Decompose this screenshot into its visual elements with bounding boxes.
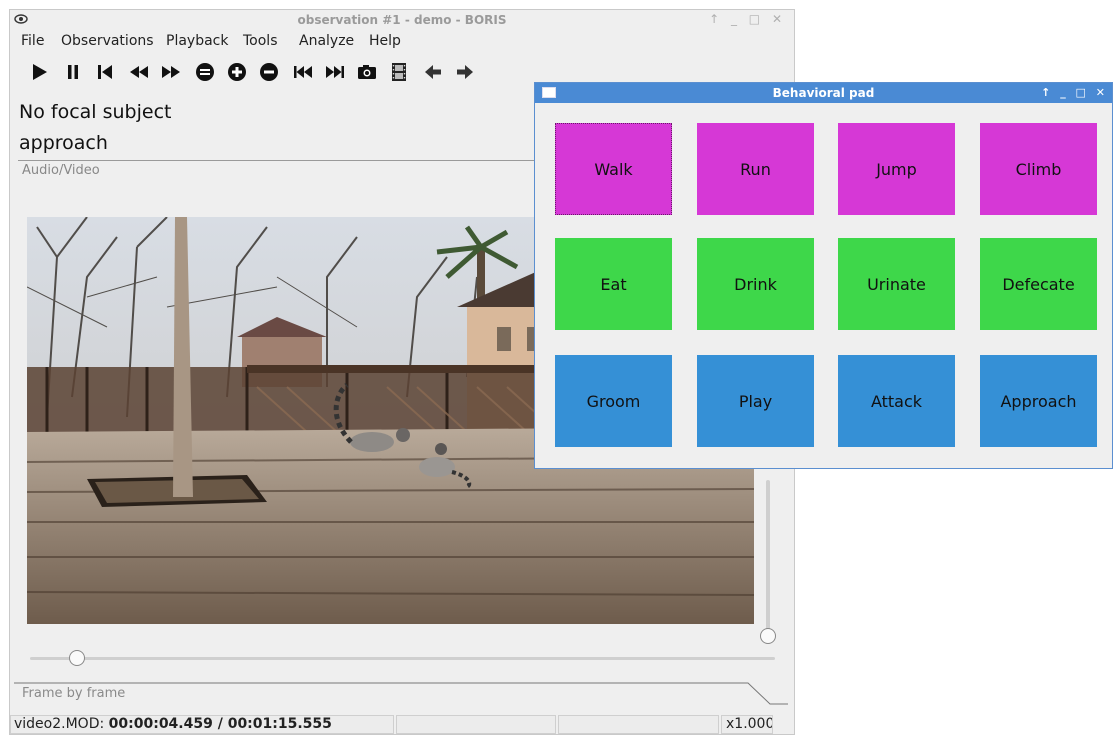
- window-title: observation #1 - demo - BORIS: [297, 13, 507, 27]
- behavior-button-drink[interactable]: Drink: [697, 238, 814, 330]
- volume-slider-track[interactable]: [766, 480, 770, 635]
- volume-slider-handle[interactable]: [760, 628, 776, 644]
- menu-analyze[interactable]: Analyze: [299, 33, 354, 49]
- tab-frame-by-frame[interactable]: Frame by frame: [10, 682, 796, 705]
- zoom-out-icon[interactable]: [256, 59, 282, 85]
- play-icon[interactable]: [26, 59, 52, 85]
- behavior-button-eat[interactable]: Eat: [555, 238, 672, 330]
- behavior-button-jump[interactable]: Jump: [838, 123, 955, 215]
- pad-title: Behavioral pad: [772, 86, 875, 100]
- position-slider-handle[interactable]: [69, 650, 85, 666]
- behavior-button-climb[interactable]: Climb: [980, 123, 1097, 215]
- status-bar: video2.MOD: 00:00:04.459 / 00:01:15.555 …: [10, 714, 796, 736]
- window-controls[interactable]: ↑ _ □ ✕: [709, 12, 786, 26]
- status-file-name: video2.MOD:: [14, 716, 109, 732]
- behavior-button-approach[interactable]: Approach: [980, 355, 1097, 447]
- tab-outline: [14, 682, 788, 705]
- title-bar[interactable]: observation #1 - demo - BORIS ↑ _ □ ✕: [10, 10, 794, 32]
- behavior-button-walk[interactable]: Walk: [555, 123, 672, 215]
- fast-forward-icon[interactable]: [158, 59, 184, 85]
- menu-help[interactable]: Help: [369, 33, 401, 49]
- tab-audio-video[interactable]: Audio/Video: [22, 163, 100, 178]
- zoom-in-icon[interactable]: [224, 59, 250, 85]
- pad-title-bar[interactable]: Behavioral pad ↑ _ □ ✕: [535, 83, 1112, 103]
- behavioral-pad-window: Behavioral pad ↑ _ □ ✕ Walk Run Jump Climb E…: [534, 82, 1113, 469]
- behavior-button-run[interactable]: Run: [697, 123, 814, 215]
- status-time: 00:00:04.459 / 00:01:15.555: [108, 716, 332, 732]
- behavior-button-play[interactable]: Play: [697, 355, 814, 447]
- arrow-right-icon[interactable]: [452, 59, 478, 85]
- behavior-button-attack[interactable]: Attack: [838, 355, 955, 447]
- behavior-button-defecate[interactable]: Defecate: [980, 238, 1097, 330]
- focal-subject-label: No focal subject: [19, 101, 172, 123]
- pause-icon[interactable]: [60, 59, 86, 85]
- menu-playback[interactable]: Playback: [166, 33, 228, 49]
- behavior-button-groom[interactable]: Groom: [555, 355, 672, 447]
- menu-tools[interactable]: Tools: [243, 33, 278, 49]
- status-media-position: video2.MOD: 00:00:04.459 / 00:01:15.555: [10, 715, 394, 734]
- menu-file[interactable]: File: [21, 33, 44, 49]
- tab-frame-by-frame-label: Frame by frame: [22, 686, 126, 701]
- status-cell-empty-2: [558, 715, 719, 734]
- next-track-icon[interactable]: [322, 59, 348, 85]
- arrow-left-icon[interactable]: [420, 59, 446, 85]
- pad-window-controls[interactable]: ↑ _ □ ✕: [1041, 86, 1108, 99]
- status-cell-empty-1: [396, 715, 556, 734]
- rewind-icon[interactable]: [126, 59, 152, 85]
- position-slider-track[interactable]: [30, 657, 775, 660]
- camera-icon[interactable]: [354, 59, 380, 85]
- skip-start-icon[interactable]: [92, 59, 118, 85]
- current-behavior-label: approach: [19, 132, 108, 154]
- menu-observations[interactable]: Observations: [61, 33, 154, 49]
- status-playback-speed: x1.000: [721, 715, 773, 734]
- menu-bar: File Observations Playback Tools Analyze…: [10, 32, 794, 52]
- film-icon[interactable]: [386, 59, 412, 85]
- equal-icon[interactable]: [192, 59, 218, 85]
- playback-toolbar: [16, 57, 536, 87]
- previous-track-icon[interactable]: [290, 59, 316, 85]
- behavior-button-urinate[interactable]: Urinate: [838, 238, 955, 330]
